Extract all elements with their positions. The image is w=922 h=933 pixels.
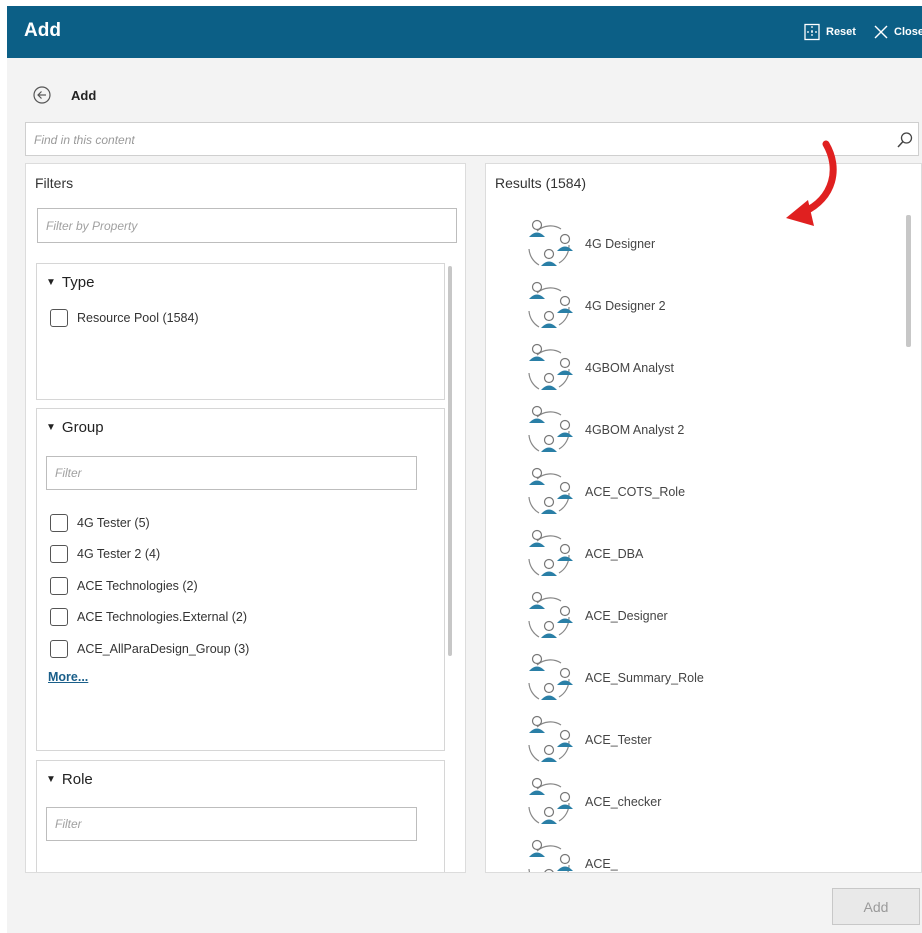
resource-pool-icon <box>528 219 573 266</box>
result-item-label: ACE_Tester <box>585 733 652 747</box>
filter-by-property <box>37 208 457 243</box>
group-section-toggle[interactable]: ▼ Group <box>46 419 104 436</box>
result-item-label: 4G Designer 2 <box>585 299 666 313</box>
group-option[interactable]: 4G Tester (5) <box>50 514 150 532</box>
close-icon <box>874 25 888 39</box>
resource-pool-icon <box>528 591 573 638</box>
result-item[interactable]: ACE_Summary_Role <box>521 649 704 707</box>
reset-icon <box>804 23 820 41</box>
resource-pool-icon <box>528 653 573 700</box>
results-scrollbar[interactable] <box>906 215 911 347</box>
results-title: Results (1584) <box>495 175 587 191</box>
resource-pool-icon <box>528 405 573 452</box>
result-item-label: ACE_ <box>585 857 618 871</box>
result-item-label: 4G Designer <box>585 237 656 251</box>
group-section: ▼ Group 4G Tester (5) 4G Tester 2 (4) AC… <box>36 408 445 751</box>
option-label: Resource Pool (1584) <box>77 311 199 325</box>
checkbox[interactable] <box>50 608 68 626</box>
resource-pool-icon <box>528 777 573 824</box>
result-item-label: ACE_Summary_Role <box>585 671 704 685</box>
result-item-label: 4GBOM Analyst 2 <box>585 423 685 437</box>
circle-arrow-left-icon[interactable] <box>32 85 52 105</box>
group-option[interactable]: ACE_AllParaDesign_Group (3) <box>50 640 249 658</box>
group-more-link[interactable]: More... <box>48 670 88 684</box>
checkbox[interactable] <box>50 545 68 563</box>
role-section: ▼ Role <box>36 760 445 872</box>
checkbox[interactable] <box>50 514 68 532</box>
resource-pool-icon <box>528 281 573 328</box>
result-item-label: ACE_DBA <box>585 547 644 561</box>
close-button[interactable]: Close <box>873 22 922 42</box>
result-item-label: ACE_checker <box>585 795 662 809</box>
filters-panel: Filters ▼ Type Resource Pool (1584) ▼ Gr… <box>25 163 466 873</box>
caret-down-icon: ▼ <box>46 422 56 433</box>
red-arrow-annotation <box>786 140 837 226</box>
resource-pool-icon <box>528 839 573 872</box>
resource-pool-icon <box>528 467 573 514</box>
group-filter <box>46 456 417 490</box>
option-label: ACE Technologies.External (2) <box>77 610 247 624</box>
type-option[interactable]: Resource Pool (1584) <box>50 309 199 327</box>
resource-pool-icon <box>528 715 573 762</box>
subheader: Add <box>32 84 96 106</box>
result-item[interactable]: ACE_Tester <box>521 711 652 769</box>
group-option[interactable]: ACE Technologies (2) <box>50 577 198 595</box>
resource-pool-icon <box>528 343 573 390</box>
result-item-label: 4GBOM Analyst <box>585 361 674 375</box>
type-section-toggle[interactable]: ▼ Type <box>46 274 94 291</box>
result-item[interactable]: ACE_Designer <box>521 587 668 645</box>
reset-button[interactable]: Reset <box>803 22 856 42</box>
results-panel: Results (1584) 4G Designer 4G Designer 2 4… <box>485 163 922 873</box>
result-item[interactable]: 4GBOM Analyst <box>521 339 674 397</box>
result-item[interactable]: ACE_checker <box>521 773 661 831</box>
header-bar: Add Reset Close <box>7 6 922 58</box>
role-heading: Role <box>61 771 93 788</box>
result-item[interactable]: 4GBOM Analyst 2 <box>521 401 684 459</box>
caret-down-icon: ▼ <box>46 277 56 288</box>
result-item[interactable]: ACE_DBA <box>521 525 643 583</box>
resource-pool-icon <box>528 529 573 576</box>
group-option[interactable]: ACE Technologies.External (2) <box>50 608 247 626</box>
close-label: Close <box>894 26 922 38</box>
type-heading: Type <box>61 274 95 291</box>
filters-title: Filters <box>35 175 74 191</box>
result-item[interactable]: 4G Designer 2 <box>521 277 666 335</box>
add-button[interactable]: Add <box>832 888 920 925</box>
filter-by-property-input[interactable] <box>38 209 456 242</box>
group-option[interactable]: 4G Tester 2 (4) <box>50 545 160 563</box>
page-title: Add <box>71 87 97 103</box>
role-filter <box>46 807 417 841</box>
role-section-toggle[interactable]: ▼ Role <box>46 771 93 788</box>
result-item-label: ACE_Designer <box>585 609 668 623</box>
group-filter-input[interactable] <box>47 457 416 489</box>
checkbox[interactable] <box>50 309 68 327</box>
option-label: 4G Tester (5) <box>77 516 150 530</box>
type-section: ▼ Type Resource Pool (1584) <box>36 263 445 400</box>
result-item[interactable]: ACE_COTS_Role <box>521 463 685 521</box>
result-item-label: ACE_COTS_Role <box>585 485 686 499</box>
role-filter-input[interactable] <box>47 808 416 840</box>
group-heading: Group <box>61 419 104 436</box>
search-icon[interactable] <box>896 131 914 149</box>
window-title: Add <box>24 20 61 41</box>
option-label: 4G Tester 2 (4) <box>77 547 161 561</box>
checkbox[interactable] <box>50 640 68 658</box>
checkbox[interactable] <box>50 577 68 595</box>
result-item[interactable]: ACE_ <box>521 835 618 872</box>
option-label: ACE Technologies (2) <box>77 579 198 593</box>
option-label: ACE_AllParaDesign_Group (3) <box>77 642 250 656</box>
result-item[interactable]: 4G Designer <box>521 215 655 273</box>
filters-scrollbar[interactable] <box>448 266 452 656</box>
caret-down-icon: ▼ <box>46 774 56 785</box>
find-input[interactable] <box>26 123 886 157</box>
reset-label: Reset <box>826 26 856 38</box>
